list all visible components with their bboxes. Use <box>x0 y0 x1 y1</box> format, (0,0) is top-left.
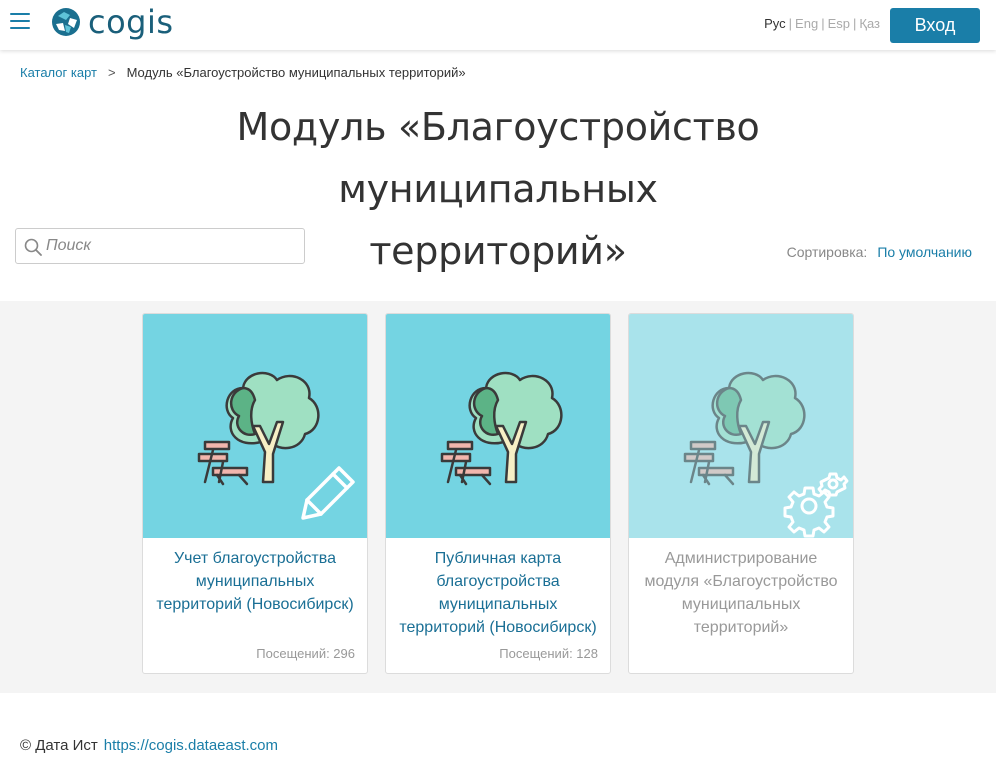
card-thumbnail <box>143 314 367 538</box>
search-box <box>15 228 305 264</box>
page-title-line1: Модуль «Благоустройство муниципальных <box>236 105 760 211</box>
logo-icon <box>52 8 80 36</box>
search-icon <box>24 238 42 256</box>
breadcrumb-current: Модуль «Благоустройство муниципальных те… <box>126 65 466 80</box>
footer-copyright: © Дата Ист <box>20 737 98 754</box>
card-visits: Посещений: 128 <box>499 646 598 661</box>
card-visits: Посещений: 296 <box>256 646 355 661</box>
logo-text: cogis <box>88 3 174 41</box>
map-card[interactable]: Учет благоустройства муниципальных терри… <box>142 313 368 674</box>
park-tree-bench-icon <box>440 371 563 486</box>
cards-grid: Учет благоустройства муниципальных терри… <box>0 301 996 693</box>
gears-icon <box>783 472 849 538</box>
login-button[interactable]: Вход <box>890 8 980 43</box>
pencil-icon <box>301 466 355 520</box>
breadcrumb-separator: > <box>107 65 116 80</box>
lang-ru[interactable]: Рус <box>764 16 786 31</box>
header: cogis Рус | Eng | Esp | Қаз Вход <box>0 0 996 50</box>
sort-label: Сортировка: <box>786 244 868 260</box>
breadcrumb: Каталог карт > Модуль «Благоустройство мун… <box>20 65 466 80</box>
logo[interactable]: cogis <box>50 4 174 40</box>
sort-dropdown[interactable]: По умолчанию <box>877 244 972 260</box>
card-title[interactable]: Учет благоустройства муниципальных терри… <box>153 547 357 616</box>
lang-en[interactable]: Eng <box>795 16 818 31</box>
menu-icon[interactable] <box>10 12 32 30</box>
search-input[interactable] <box>46 234 296 258</box>
footer-site-link[interactable]: https://cogis.dataeast.com <box>104 737 278 754</box>
card-title[interactable]: Администрирование модуля «Благоустройств… <box>639 547 843 639</box>
map-card[interactable]: Администрирование модуля «Благоустройств… <box>628 313 854 674</box>
card-title[interactable]: Публичная карта благоустройства муниципа… <box>396 547 600 639</box>
map-card[interactable]: Публичная карта благоустройства муниципа… <box>385 313 611 674</box>
sort-control: Сортировка: По умолчанию <box>787 244 972 260</box>
language-switcher: Рус | Eng | Esp | Қаз <box>764 16 880 31</box>
lang-kz[interactable]: Қаз <box>859 16 880 31</box>
card-thumbnail <box>629 314 853 538</box>
page-title-line2: территорий» <box>369 229 627 273</box>
card-thumbnail <box>386 314 610 538</box>
footer: © Дата Ист https://cogis.dataeast.com <box>20 737 278 754</box>
lang-es[interactable]: Esp <box>828 16 850 31</box>
breadcrumb-catalog-link[interactable]: Каталог карт <box>20 65 97 80</box>
